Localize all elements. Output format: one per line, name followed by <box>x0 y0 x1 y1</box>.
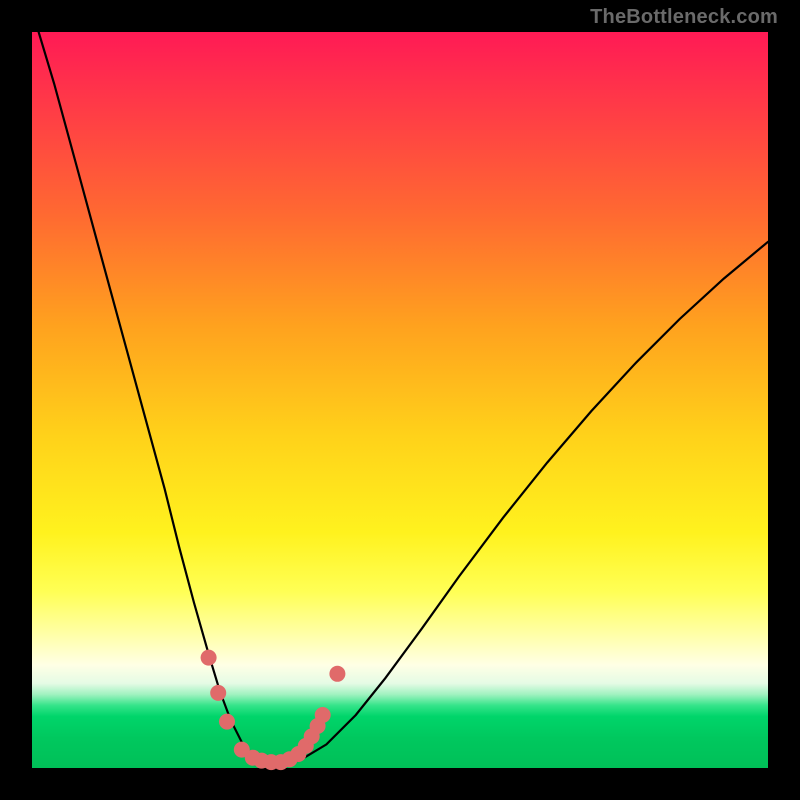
outer-frame: TheBottleneck.com <box>0 0 800 800</box>
plot-area <box>32 32 768 768</box>
watermark-text: TheBottleneck.com <box>590 6 778 29</box>
